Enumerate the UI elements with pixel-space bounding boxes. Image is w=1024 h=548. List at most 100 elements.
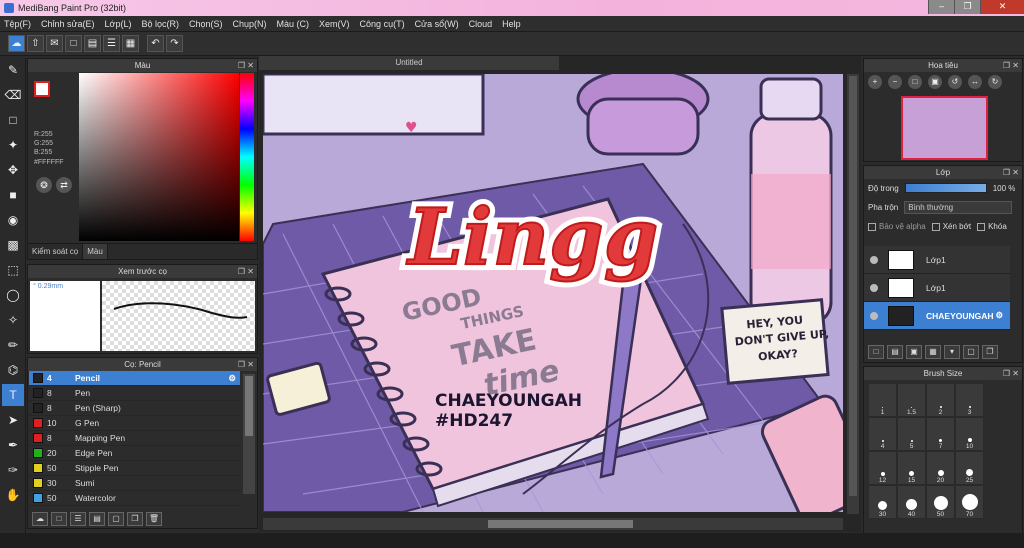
canvas-vertical-scrollbar[interactable] — [847, 74, 859, 514]
document-tab[interactable]: Untitled — [259, 56, 559, 70]
fill-rect-tool-icon[interactable]: ■ — [2, 184, 24, 206]
brush-item-watercolor[interactable]: 50 Watercolor — [29, 491, 240, 506]
trash-icon[interactable]: 🗑 — [146, 512, 162, 526]
panel-close-icon[interactable]: ❐ ✕ — [238, 265, 254, 278]
brush-item-pen-sharp[interactable]: 8 Pen (Sharp) — [29, 401, 240, 416]
menu-file[interactable]: Tệp(F) — [4, 19, 31, 29]
rectangle-tool-icon[interactable]: □ — [2, 109, 24, 131]
bucket-tool-icon[interactable]: ◉ — [2, 209, 24, 231]
minimize-button[interactable]: – — [928, 0, 954, 14]
comment-icon[interactable]: ✉ — [46, 35, 63, 52]
maximize-button[interactable]: ❐ — [954, 0, 980, 14]
brush-size-cell[interactable]: 1.5 — [897, 383, 926, 417]
flip-icon[interactable]: ↔ — [968, 75, 982, 89]
eraser-tool-icon[interactable]: ⌫ — [2, 84, 24, 106]
brush-size-cell[interactable]: 10 — [955, 417, 984, 451]
brush-item-sumi[interactable]: 30 Sumi — [29, 476, 240, 491]
lasso-tool-icon[interactable]: ◯ — [2, 284, 24, 306]
navigator-thumbnail[interactable] — [901, 96, 988, 160]
menu-filter[interactable]: Bộ lọc(R) — [141, 19, 179, 29]
saturation-value-picker[interactable] — [79, 73, 239, 241]
list-icon[interactable]: ☰ — [103, 35, 120, 52]
foreground-color-swatch[interactable] — [34, 81, 50, 97]
panel-close-icon[interactable]: ❐ ✕ — [1003, 166, 1019, 179]
brush-size-cell[interactable]: 20 — [926, 451, 955, 485]
hue-slider[interactable] — [240, 73, 254, 241]
brush-size-cell[interactable]: 3 — [955, 383, 984, 417]
select-pen-tool-icon[interactable]: ✏ — [2, 334, 24, 356]
brush-size-cell[interactable]: 4 — [868, 417, 897, 451]
rotate-right-icon[interactable]: ↻ — [988, 75, 1002, 89]
menu-layer[interactable]: Lớp(L) — [105, 19, 132, 29]
protect-alpha-checkbox[interactable] — [868, 222, 876, 231]
brush-item-pen[interactable]: 8 Pen — [29, 386, 240, 401]
zoom-out-icon[interactable]: − — [888, 75, 902, 89]
gear-icon[interactable]: ⚙ — [228, 373, 236, 384]
brush-size-cell[interactable]: 70 — [955, 485, 984, 519]
eyedropper-tool-icon[interactable]: ✒ — [2, 434, 24, 456]
export-icon[interactable]: ⇧ — [27, 35, 44, 52]
brush-size-cell[interactable]: 2 — [926, 383, 955, 417]
brush-size-cell[interactable]: 5 — [897, 417, 926, 451]
panel-close-icon[interactable]: ❐ ✕ — [238, 59, 254, 72]
menu-tools[interactable]: Công cụ(T) — [360, 19, 405, 29]
layer-item-selected[interactable]: CHAEYOUNGAH ⚙ — [864, 302, 1010, 330]
undo-icon[interactable]: ↶ — [147, 35, 164, 52]
brush-size-cell[interactable]: 40 — [897, 485, 926, 519]
brush-item-pencil[interactable]: 4 Pencil ⚙ — [29, 371, 240, 386]
brush-size-cell[interactable]: 30 — [868, 485, 897, 519]
pen-tool-icon[interactable]: ✑ — [2, 459, 24, 481]
select-eraser-tool-icon[interactable]: ⌬ — [2, 359, 24, 381]
gear-icon[interactable]: ⚙ — [996, 310, 1004, 321]
brush-size-cell[interactable]: 12 — [868, 451, 897, 485]
panel-close-icon[interactable]: ❐ ✕ — [1003, 59, 1019, 72]
brush-list-scrollbar[interactable] — [243, 374, 255, 494]
brush-tool-icon[interactable]: ✎ — [2, 59, 24, 81]
duplicate-icon[interactable]: ❐ — [127, 512, 143, 526]
visibility-eye-icon[interactable] — [870, 311, 878, 320]
menu-capture[interactable]: Chụp(N) — [233, 19, 267, 29]
actual-size-icon[interactable]: ▣ — [928, 75, 942, 89]
brush-size-cell[interactable]: 1 — [868, 383, 897, 417]
layer-item[interactable]: Lớp1 — [864, 274, 1010, 302]
rotate-left-icon[interactable]: ↺ — [948, 75, 962, 89]
text-tool-icon[interactable]: T — [2, 384, 24, 406]
new-8bit-layer-icon[interactable]: ▣ — [906, 345, 922, 359]
palette-icon[interactable]: ❂ — [36, 177, 52, 193]
hand-tool-icon[interactable]: ✋ — [2, 484, 24, 506]
menu-edit[interactable]: Chỉnh sửa(E) — [41, 19, 95, 29]
opacity-slider[interactable] — [904, 183, 987, 193]
tab-brush-control[interactable]: Kiểm soát cọ — [28, 244, 84, 259]
layer-item[interactable]: Lớp1 — [864, 246, 1010, 274]
brush-item-stipple-pen[interactable]: 50 Stipple Pen — [29, 461, 240, 476]
brush-item-edge-pen[interactable]: 20 Edge Pen — [29, 446, 240, 461]
new-1bit-layer-icon[interactable]: ▦ — [925, 345, 941, 359]
dot-tool-icon[interactable]: ✦ — [2, 134, 24, 156]
cloud-brush-icon[interactable]: ☁ — [32, 512, 48, 526]
drawing-canvas[interactable]: ♥ GOOD THINGS TAKE time CHAEYOUNGAH #HD2… — [263, 74, 843, 512]
menu-help[interactable]: Help — [502, 19, 521, 29]
document-icon[interactable]: ▤ — [84, 35, 101, 52]
operation-tool-icon[interactable]: ➤ — [2, 409, 24, 431]
color-swap-icon[interactable]: ⇄ — [56, 177, 72, 193]
zoom-in-icon[interactable]: + — [868, 75, 882, 89]
visibility-eye-icon[interactable] — [870, 283, 878, 292]
redo-icon[interactable]: ↷ — [166, 35, 183, 52]
brush-item-g-pen[interactable]: 10 G Pen — [29, 416, 240, 431]
brush-item-mapping-pen[interactable]: 8 Mapping Pen — [29, 431, 240, 446]
menu-cloud[interactable]: Cloud — [469, 19, 493, 29]
menu-window[interactable]: Cửa sổ(W) — [415, 19, 459, 29]
gradient-tool-icon[interactable]: ▩ — [2, 234, 24, 256]
new-layer-icon[interactable]: □ — [868, 345, 884, 359]
visibility-eye-icon[interactable] — [870, 255, 878, 264]
select-tool-icon[interactable]: ⬚ — [2, 259, 24, 281]
brush-size-cell[interactable]: 25 — [955, 451, 984, 485]
brush-size-cell[interactable]: 7 — [926, 417, 955, 451]
add-brush-icon[interactable]: ☰ — [70, 512, 86, 526]
add-layer-menu-icon[interactable]: ▾ — [944, 345, 960, 359]
cloud-icon[interactable]: ☁ — [8, 35, 25, 52]
duplicate-layer-icon[interactable]: ❐ — [982, 345, 998, 359]
lock-checkbox[interactable] — [977, 222, 986, 231]
brush-size-cell[interactable]: 50 — [926, 485, 955, 519]
magic-wand-tool-icon[interactable]: ✧ — [2, 309, 24, 331]
